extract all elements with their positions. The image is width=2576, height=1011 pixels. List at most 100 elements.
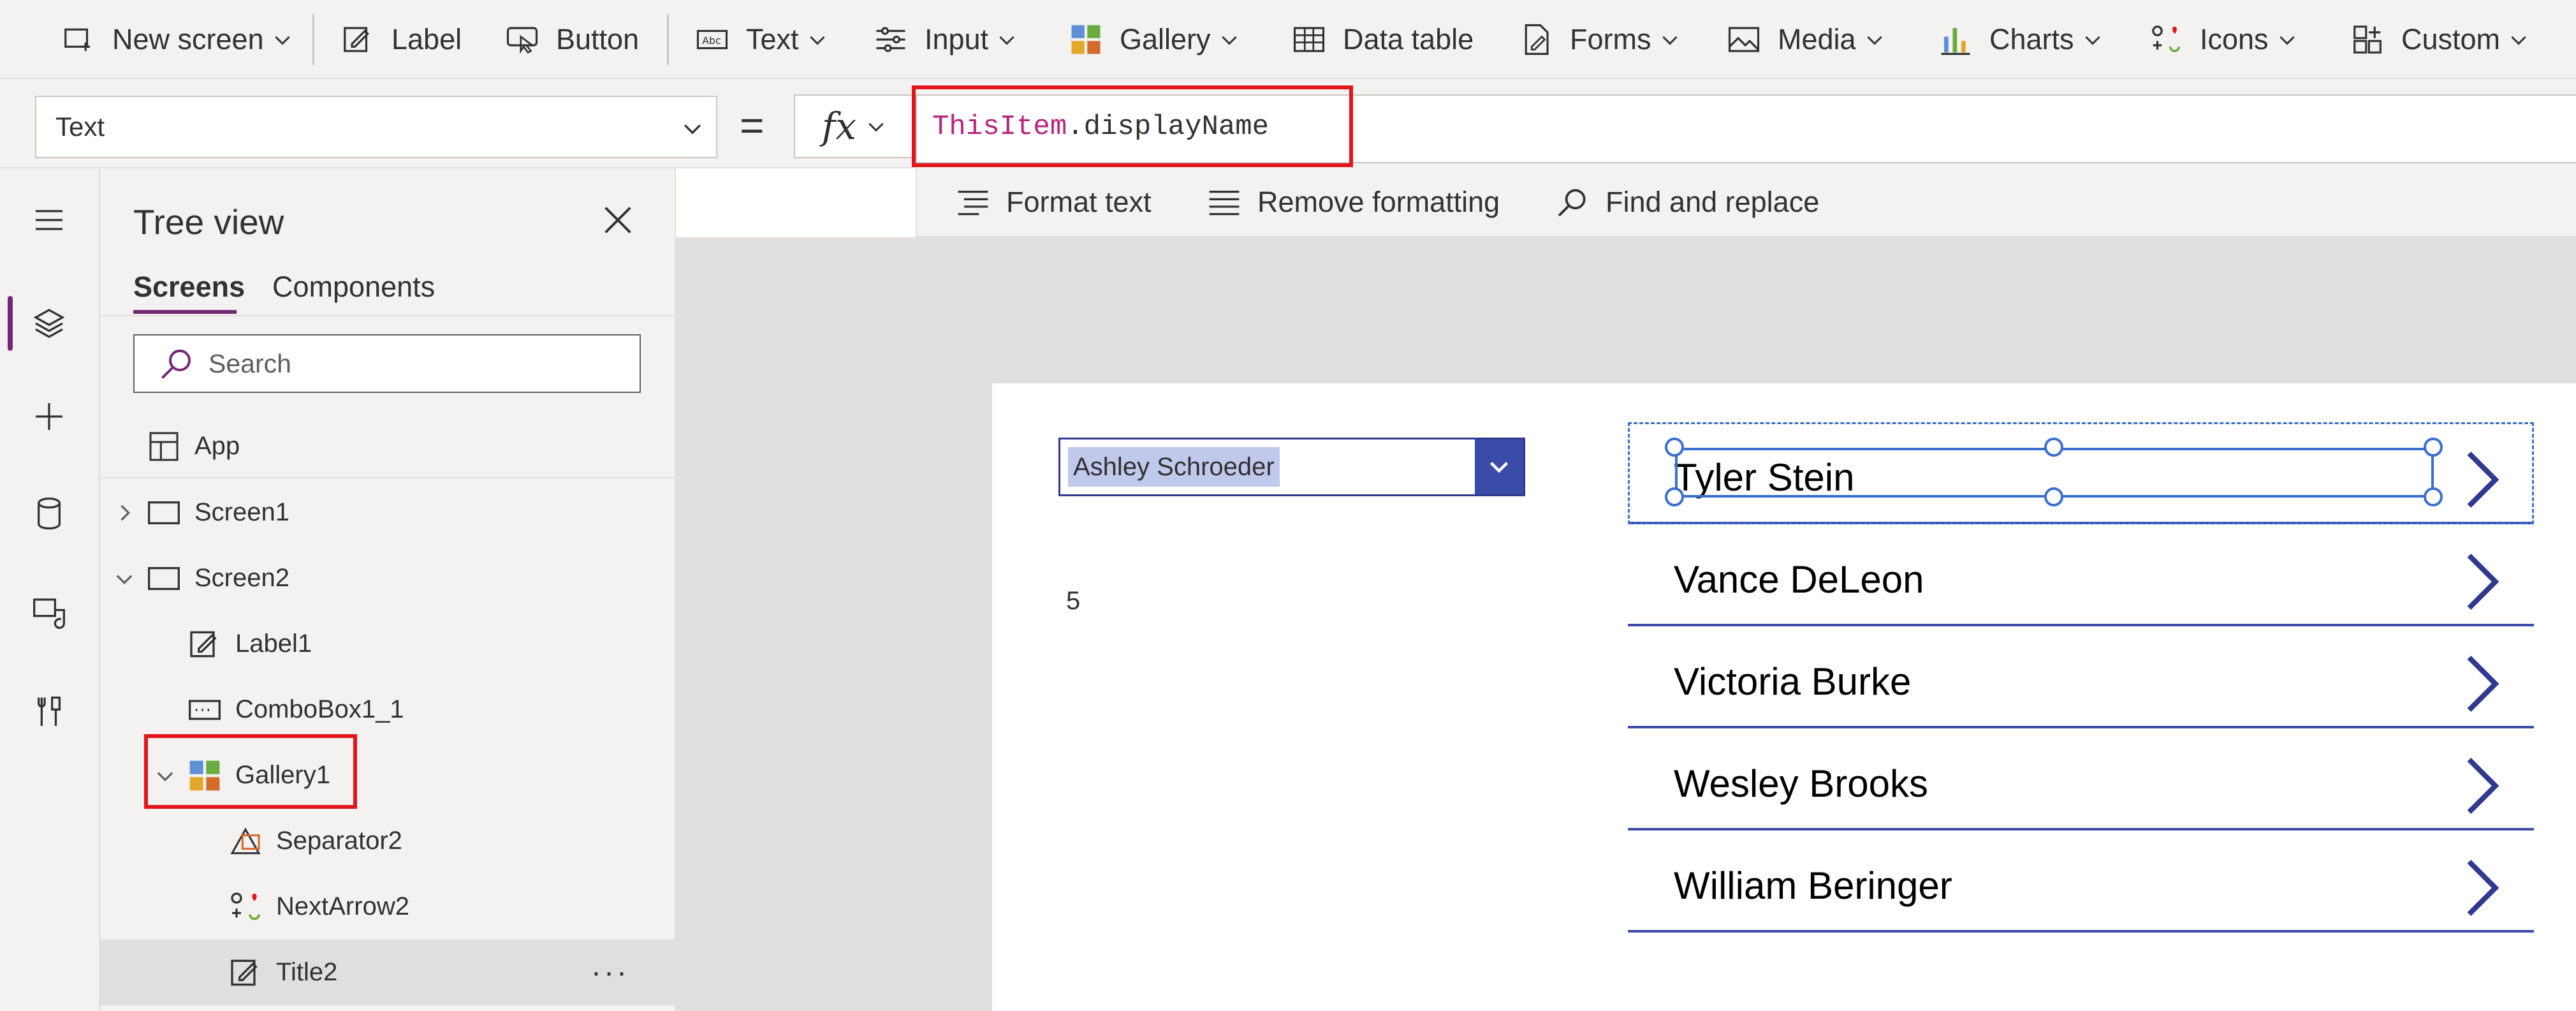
insert-button[interactable] xyxy=(20,388,78,445)
charts-button[interactable]: Charts xyxy=(1938,18,2104,61)
input-button[interactable]: Input xyxy=(874,18,1018,61)
chevron-down-icon xyxy=(1221,36,1237,45)
tab-components[interactable]: Components xyxy=(272,270,435,304)
format-text-label: Format text xyxy=(1006,186,1152,218)
forms-button[interactable]: Forms xyxy=(1519,18,1681,61)
svg-text:Abc: Abc xyxy=(702,34,721,47)
tree-view-button[interactable] xyxy=(20,295,78,352)
find-replace-button[interactable]: Find and replace xyxy=(1555,182,1819,222)
tree-node-app[interactable]: App xyxy=(100,413,676,479)
gallery-button[interactable]: Gallery xyxy=(1069,18,1240,61)
button-icon xyxy=(506,27,538,54)
custom-icon xyxy=(2353,26,2382,54)
more-options-button[interactable]: ··· xyxy=(591,955,629,990)
tree-node-label: Screen2 xyxy=(194,564,289,592)
remove-formatting-label: Remove formatting xyxy=(1257,186,1500,218)
gallery-separator xyxy=(1628,930,2534,933)
label-control[interactable]: 5 xyxy=(1066,587,1080,616)
advanced-tools-button[interactable] xyxy=(20,684,78,741)
tree-node-separator2[interactable]: Separator2 xyxy=(100,808,676,874)
gallery-row[interactable]: William Beringer xyxy=(1628,830,2534,933)
tree-node-nextarrow2[interactable]: NextArrow2 xyxy=(100,874,676,940)
search-icon xyxy=(161,350,191,379)
resize-handle[interactable] xyxy=(2044,487,2063,506)
divider xyxy=(100,315,676,316)
next-arrow-icon[interactable] xyxy=(2460,755,2505,816)
rail-active-indicator xyxy=(8,296,13,351)
tree-node-combobox1-1[interactable]: ComboBox1_1 xyxy=(100,677,676,742)
media-button[interactable]: Media xyxy=(1727,18,1885,61)
gallery-row[interactable]: Wesley Brooks xyxy=(1628,728,2534,830)
close-icon[interactable] xyxy=(599,202,636,239)
divider xyxy=(100,477,676,478)
fx-icon: fx xyxy=(821,105,857,148)
icons-button[interactable]: Icons xyxy=(2149,18,2298,61)
gallery-item-title[interactable]: William Beringer xyxy=(1674,864,1952,908)
text-button-label: Text xyxy=(746,23,799,55)
tree-node-label1[interactable]: Label1 xyxy=(100,611,676,677)
chevron-down-icon xyxy=(868,122,884,132)
chevron-down-icon xyxy=(1489,462,1509,473)
chevron-down-icon xyxy=(684,124,701,135)
property-value: Text xyxy=(55,112,105,142)
new-screen-button[interactable]: New screen xyxy=(61,18,293,61)
media-pane-button[interactable] xyxy=(20,584,78,642)
media-library-icon xyxy=(33,598,65,630)
label-button[interactable]: Label xyxy=(340,18,462,61)
tree-node-label: App xyxy=(194,432,240,460)
tree-node-title2[interactable]: Title2 ··· xyxy=(100,940,676,1005)
next-arrow-icon[interactable] xyxy=(2460,551,2505,612)
formula-highlight-box xyxy=(912,85,1353,167)
hamburger-button[interactable] xyxy=(20,191,78,249)
tree-node-screen1[interactable]: Screen1 xyxy=(100,480,676,545)
resize-handle[interactable] xyxy=(2044,438,2063,457)
hamburger-icon xyxy=(36,210,62,230)
chevron-down-icon[interactable] xyxy=(113,567,136,590)
button-button[interactable]: Button xyxy=(505,18,639,61)
next-arrow-icon[interactable] xyxy=(2460,653,2505,714)
fx-button[interactable]: fx xyxy=(794,94,915,158)
custom-button[interactable]: Custom xyxy=(2350,18,2529,61)
screen-icon xyxy=(148,566,180,590)
label-control-icon xyxy=(190,631,217,657)
resize-handle[interactable] xyxy=(1665,438,1684,457)
gallery-item-title[interactable]: Wesley Brooks xyxy=(1674,762,1928,806)
chevron-down-icon xyxy=(274,36,290,45)
format-text-button[interactable]: Format text xyxy=(955,182,1152,222)
gallery-item-title[interactable]: Vance DeLeon xyxy=(1674,557,1924,601)
left-rail xyxy=(0,168,100,1011)
text-button[interactable]: Abc Text xyxy=(695,18,828,61)
app-icon xyxy=(149,431,179,461)
tab-screens[interactable]: Screens xyxy=(133,270,245,304)
remove-formatting-button[interactable]: Remove formatting xyxy=(1206,182,1500,222)
chevron-down-icon xyxy=(2084,36,2100,45)
gallery-row[interactable]: Victoria Burke xyxy=(1628,626,2534,728)
data-table-button[interactable]: Data table xyxy=(1292,18,1474,61)
next-arrow-icon[interactable] xyxy=(2460,857,2505,919)
resize-handle[interactable] xyxy=(1665,487,1684,506)
insert-ribbon: New screen Label Button Abc Text Input G… xyxy=(0,0,2576,79)
combobox-dropdown-button[interactable] xyxy=(1475,439,1523,494)
data-table-button-label: Data table xyxy=(1343,23,1474,55)
charts-icon xyxy=(1941,28,1970,55)
forms-button-label: Forms xyxy=(1570,23,1651,55)
resize-handle[interactable] xyxy=(2424,438,2443,457)
data-button[interactable] xyxy=(20,485,78,542)
chevron-right-icon[interactable] xyxy=(113,501,136,524)
gallery-row[interactable]: Vance DeLeon xyxy=(1628,524,2534,626)
tree-node-screen2[interactable]: Screen2 xyxy=(100,545,676,611)
search-input[interactable]: Search xyxy=(133,334,641,393)
input-button-label: Input xyxy=(925,23,989,55)
search-icon xyxy=(1558,189,1586,217)
ribbon-divider xyxy=(312,14,314,65)
gallery-item-title[interactable]: Victoria Burke xyxy=(1674,660,1911,704)
property-dropdown[interactable]: Text xyxy=(35,96,717,158)
screen-icon xyxy=(148,501,180,524)
search-placeholder: Search xyxy=(209,348,291,378)
tree-view-title: Tree view xyxy=(133,202,284,242)
resize-handle[interactable] xyxy=(2424,487,2443,506)
input-icon xyxy=(876,27,905,52)
gallery-button-label: Gallery xyxy=(1120,23,1211,55)
button-button-label: Button xyxy=(556,23,640,55)
combobox-control[interactable]: Ashley Schroeder xyxy=(1058,438,1525,496)
